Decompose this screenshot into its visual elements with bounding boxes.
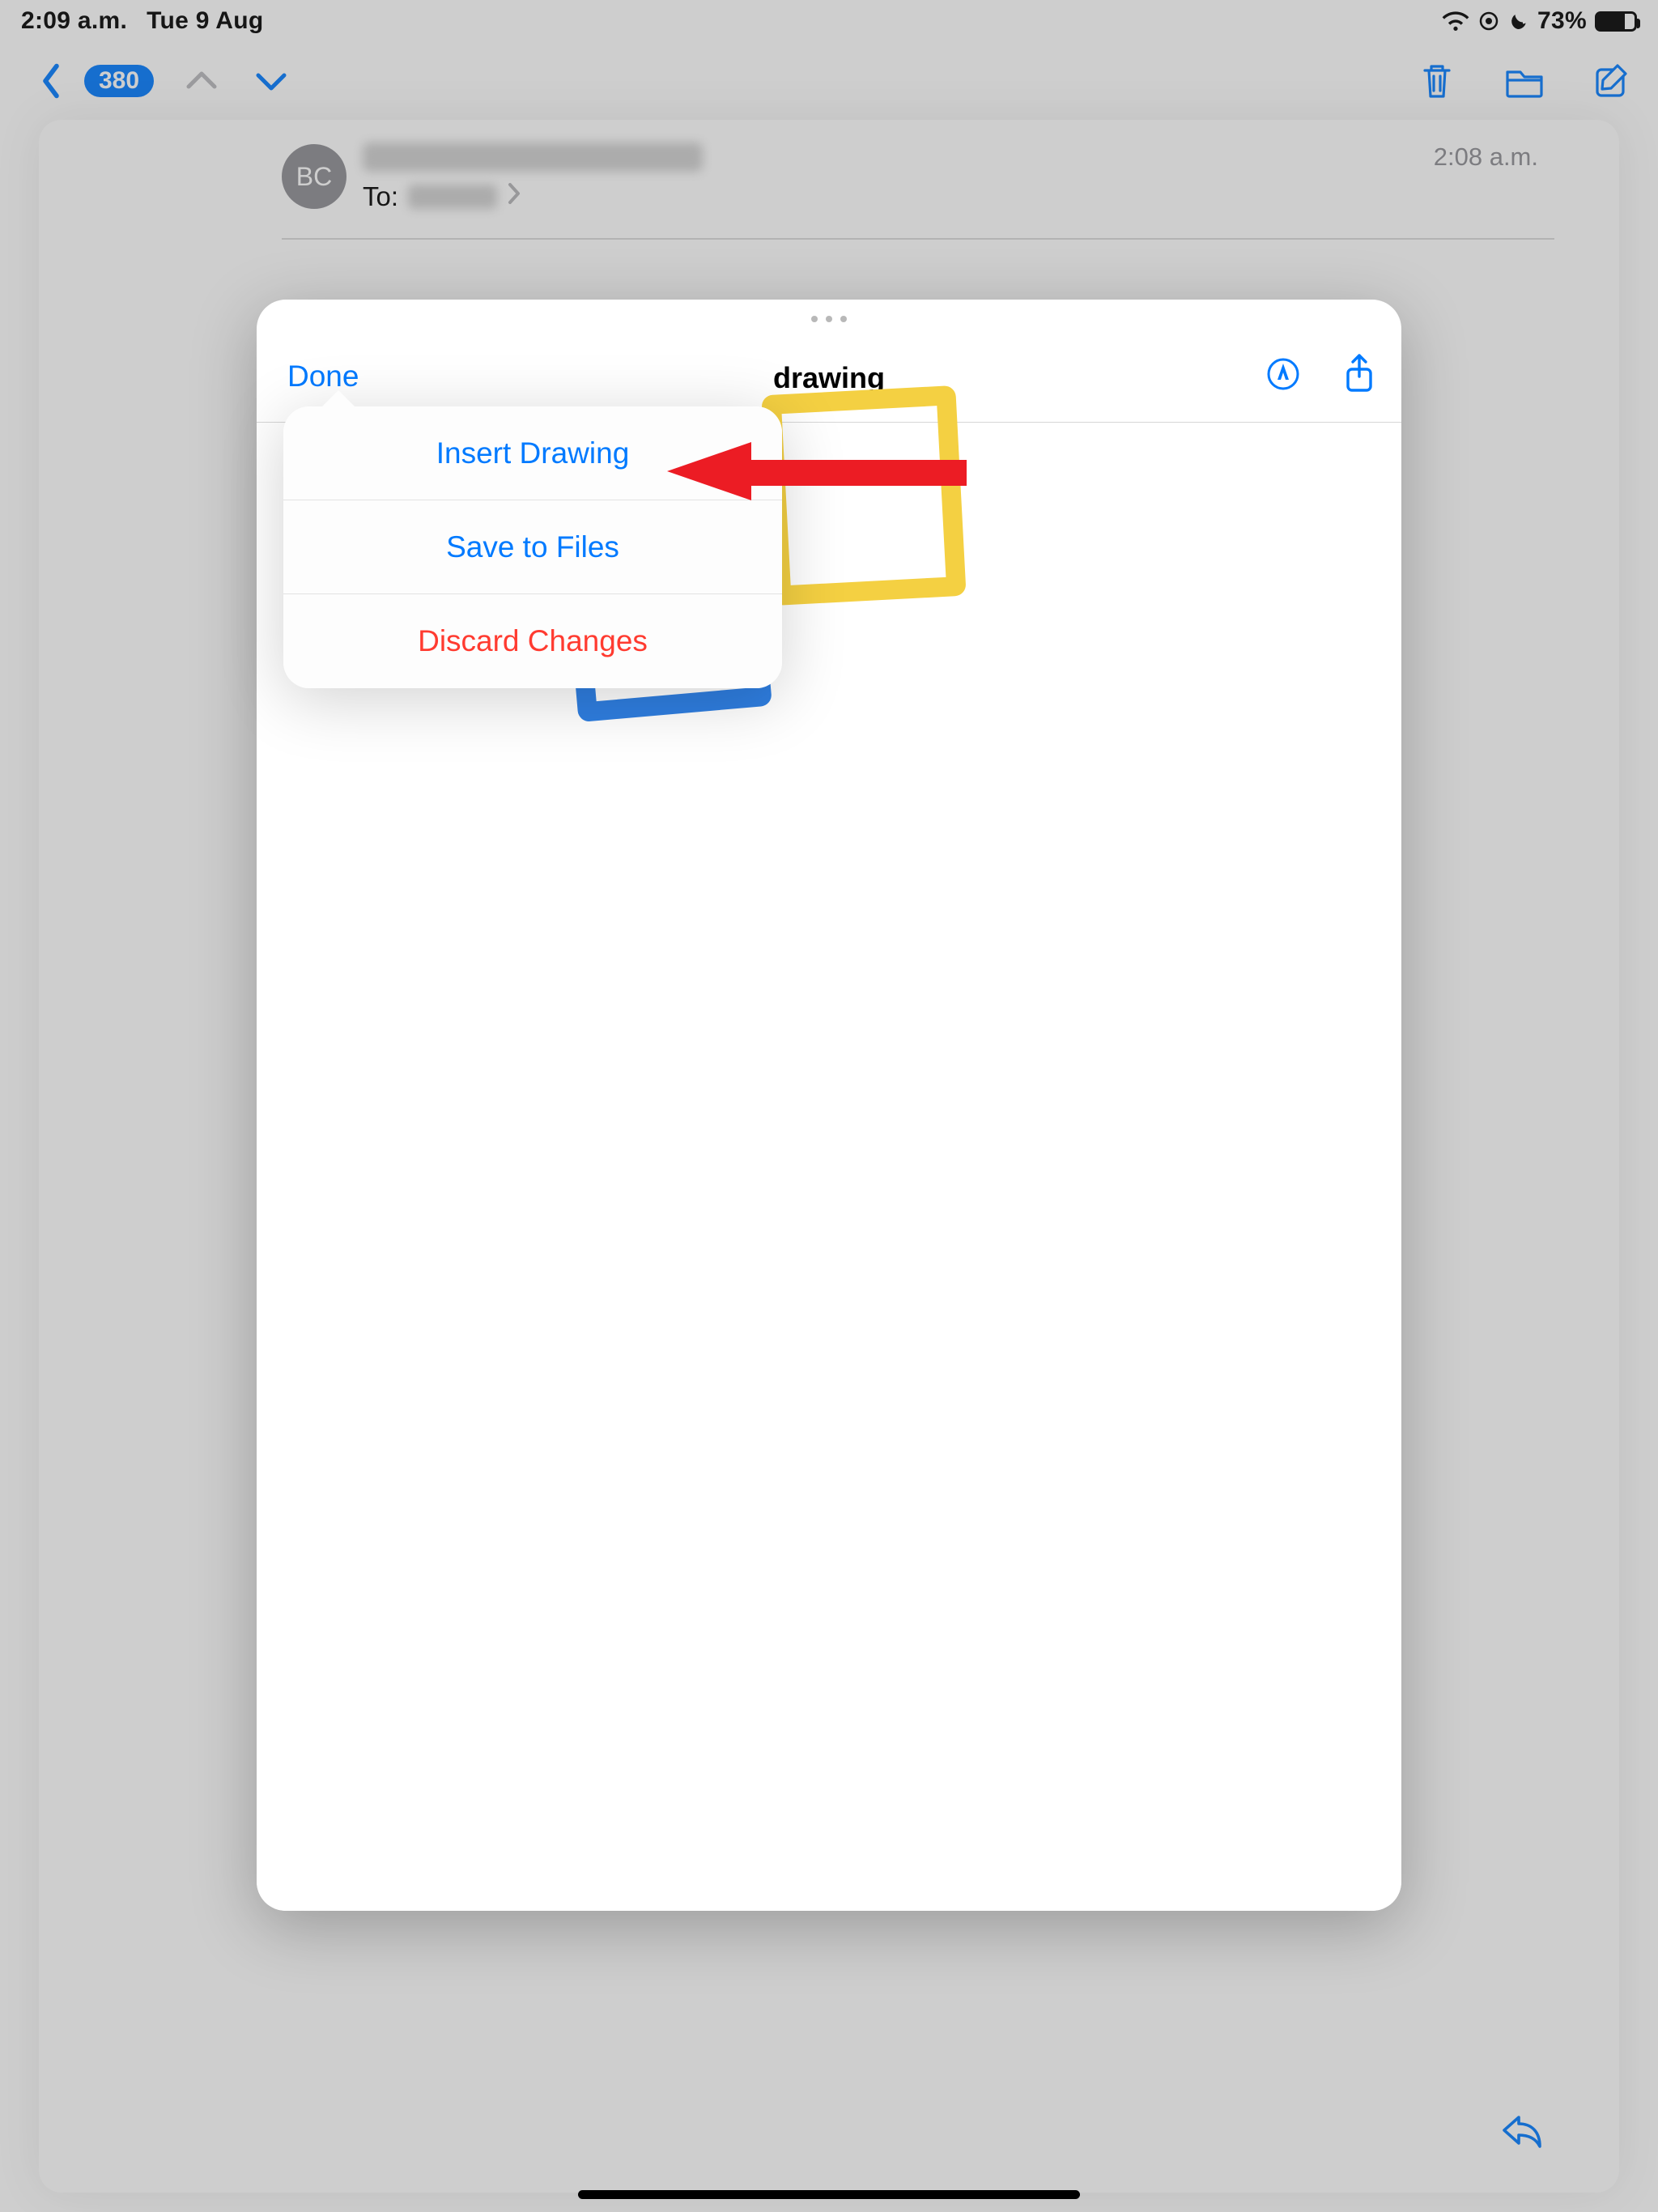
save-to-files-item[interactable]: Save to Files bbox=[283, 500, 782, 594]
yellow-drawing-stroke bbox=[761, 385, 966, 606]
insert-drawing-item[interactable]: Insert Drawing bbox=[283, 406, 782, 500]
home-indicator[interactable] bbox=[578, 2190, 1080, 2199]
markup-button[interactable] bbox=[1265, 356, 1301, 396]
sheet-title: drawing bbox=[257, 361, 1401, 395]
discard-changes-item[interactable]: Discard Changes bbox=[283, 594, 782, 688]
done-popover: Insert Drawing Save to Files Discard Cha… bbox=[283, 406, 782, 688]
share-button[interactable] bbox=[1343, 353, 1375, 398]
